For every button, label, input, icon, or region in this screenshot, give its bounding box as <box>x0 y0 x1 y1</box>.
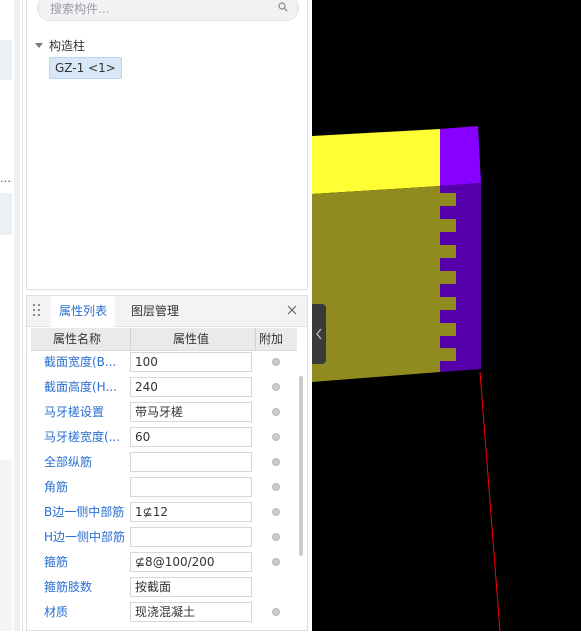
properties-panel: 属性列表 图层管理 属性名称 属性值 附加 截面宽度(B... 100 截面高度… <box>26 295 308 631</box>
more-icon[interactable]: … <box>0 172 11 185</box>
property-name: 全部纵筋 <box>44 455 93 469</box>
attach-checkbox[interactable] <box>272 358 280 366</box>
property-row: 截面高度(H... 240 <box>31 375 297 400</box>
left-panel-highlight <box>0 460 12 631</box>
property-value-input[interactable]: ⊈8@100/200 <box>130 552 252 572</box>
property-name: 箍筋 <box>44 555 69 569</box>
chevron-left-icon <box>316 328 322 340</box>
property-name: 马牙槎宽度(... <box>44 430 121 444</box>
property-name: 马牙槎设置 <box>44 405 105 419</box>
column-header-value: 属性值 <box>173 332 210 346</box>
tab-layer-management[interactable]: 图层管理 <box>123 296 187 326</box>
property-value-input[interactable]: 按截面 <box>130 577 252 597</box>
attach-checkbox[interactable] <box>272 558 280 566</box>
3d-model-view <box>312 126 501 632</box>
property-row: H边一侧中部筋 <box>31 525 297 550</box>
property-row: B边一侧中部筋 1⊈12 <box>31 500 297 525</box>
search-box <box>37 0 299 21</box>
attach-checkbox[interactable] <box>272 458 280 466</box>
property-value-input[interactable] <box>130 452 252 472</box>
property-table-header: 属性名称 属性值 附加 <box>31 328 297 351</box>
property-row: 马牙槎设置 带马牙槎 <box>31 400 297 425</box>
left-panel-highlight <box>0 40 12 80</box>
property-value-input[interactable] <box>130 527 252 547</box>
left-panel-highlight <box>0 193 12 235</box>
column-header-extra: 附加 <box>259 332 284 346</box>
tree-group-label: 构造柱 <box>49 39 86 53</box>
property-row: 角筋 <box>31 475 297 500</box>
property-value-input[interactable]: 1⊈12 <box>130 502 252 522</box>
wall-front-face <box>312 186 440 382</box>
chevron-down-icon[interactable] <box>35 43 43 48</box>
property-name: B边一侧中部筋 <box>44 505 125 519</box>
close-icon[interactable] <box>285 303 299 317</box>
column-divider[interactable] <box>130 328 131 350</box>
column-divider[interactable] <box>255 328 256 350</box>
column-header-name: 属性名称 <box>53 332 102 346</box>
drag-handle-icon[interactable] <box>33 304 41 318</box>
property-value-input[interactable]: 100 <box>130 352 252 372</box>
search-icon[interactable] <box>278 2 288 12</box>
property-name: 角筋 <box>44 480 69 494</box>
panel-collapse-button[interactable] <box>312 304 326 364</box>
property-value-input[interactable]: 60 <box>130 427 252 447</box>
property-row: 截面宽度(B... 100 <box>31 350 297 375</box>
properties-scrollbar[interactable] <box>299 376 303 556</box>
property-row: 箍筋肢数 按截面 <box>31 575 297 600</box>
property-name: 截面宽度(B... <box>44 355 117 369</box>
left-panel-edge: … <box>0 0 23 631</box>
property-value-input[interactable]: 现浇混凝土 <box>130 602 252 622</box>
axis-line <box>479 371 501 632</box>
property-value-input[interactable] <box>130 477 252 497</box>
attach-checkbox[interactable] <box>272 433 280 441</box>
3d-viewport[interactable] <box>312 0 581 632</box>
properties-tabbar: 属性列表 图层管理 <box>27 296 307 327</box>
attach-checkbox[interactable] <box>272 608 280 616</box>
property-row: 材质 现浇混凝土 <box>31 600 297 625</box>
tree-item-gz-1[interactable]: GZ-1 <1> <box>49 57 122 79</box>
property-value-input[interactable]: 240 <box>130 377 252 397</box>
tree-group-gouzaozhu[interactable]: 构造柱 <box>35 37 85 54</box>
property-name: 材质 <box>44 605 69 619</box>
left-panel-scrollbar[interactable] <box>14 0 20 631</box>
property-name: 截面高度(H... <box>44 380 117 394</box>
component-tree-panel: 构造柱 GZ-1 <1> <box>26 0 308 290</box>
search-input[interactable] <box>50 0 270 18</box>
attach-checkbox[interactable] <box>272 408 280 416</box>
property-name: H边一侧中部筋 <box>44 530 126 544</box>
wall-top-face <box>312 129 440 194</box>
property-value-input[interactable]: 带马牙槎 <box>130 402 252 422</box>
property-row: 箍筋 ⊈8@100/200 <box>31 550 297 575</box>
property-row: 全部纵筋 <box>31 450 297 475</box>
attach-checkbox[interactable] <box>272 533 280 541</box>
property-row: 马牙槎宽度(... 60 <box>31 425 297 450</box>
attach-checkbox[interactable] <box>272 508 280 516</box>
attach-checkbox[interactable] <box>272 483 280 491</box>
tab-property-list[interactable]: 属性列表 <box>51 296 116 327</box>
attach-checkbox[interactable] <box>272 383 280 391</box>
property-name: 箍筋肢数 <box>44 580 93 594</box>
column-top-face <box>440 126 481 186</box>
